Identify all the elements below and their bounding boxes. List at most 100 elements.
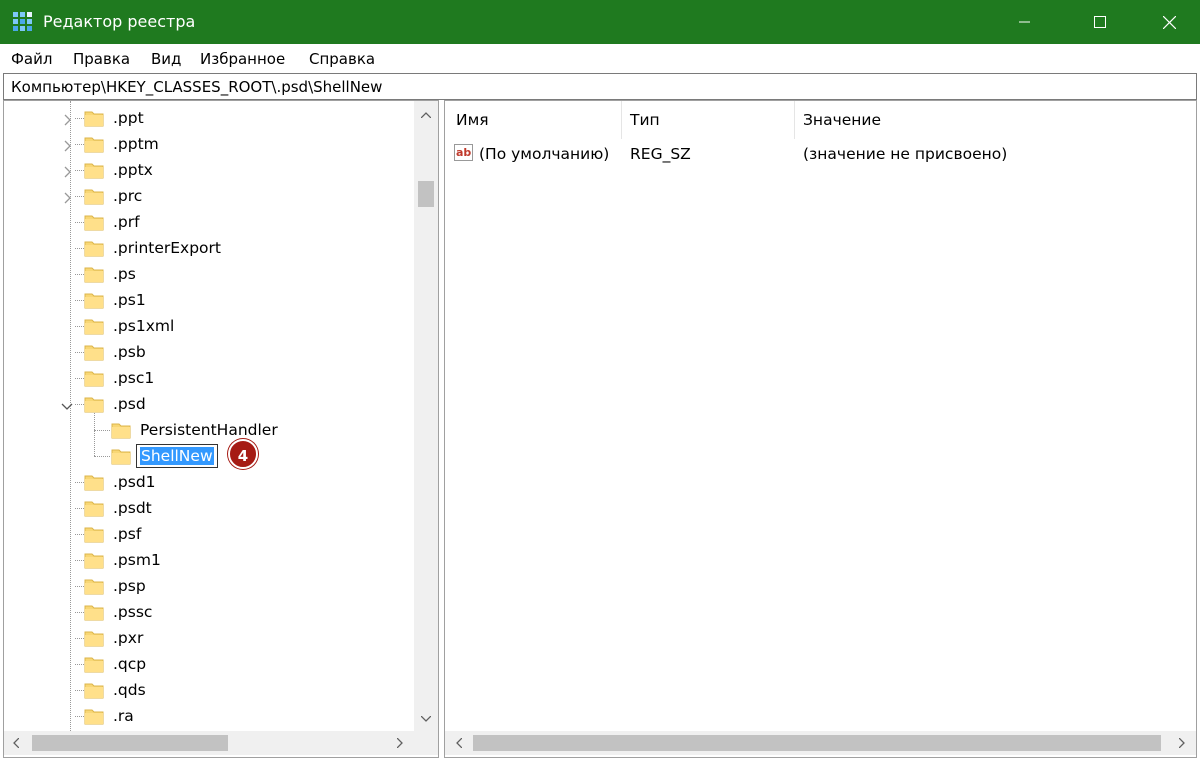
list-horizontal-scroll-thumb[interactable] — [473, 735, 1161, 751]
tree-connector — [75, 326, 84, 327]
tree-item[interactable]: .psd1 — [4, 469, 409, 495]
folder-icon — [84, 655, 104, 673]
menu-file[interactable]: Файл — [11, 49, 52, 69]
scroll-up-icon[interactable] — [418, 107, 434, 123]
column-header-type[interactable]: Тип — [630, 101, 660, 139]
tree-item-label: .psp — [113, 577, 146, 595]
tree-connector — [75, 196, 84, 197]
tree-item-label: .qcp — [113, 655, 147, 673]
folder-icon — [84, 317, 104, 335]
folder-icon — [84, 161, 104, 179]
folder-icon — [84, 629, 104, 647]
tree-item[interactable]: .psdt — [4, 495, 409, 521]
tree-item[interactable]: .psd — [4, 391, 409, 417]
chevron-down-icon[interactable] — [61, 398, 73, 410]
scroll-right-icon[interactable] — [1174, 735, 1190, 751]
tree-item[interactable]: .pptm — [4, 131, 409, 157]
folder-icon — [84, 135, 104, 153]
registry-editor-icon — [13, 12, 32, 31]
chevron-right-icon[interactable] — [61, 138, 73, 152]
key-tree-pane[interactable]: .ppt .pptm .pptx .prc .prf .printerExport .ps.… — [3, 100, 439, 758]
tree-item-rename-field[interactable]: ShellNew — [136, 444, 218, 468]
value-data: (значение не присвоено) — [803, 145, 1008, 163]
chevron-right-icon[interactable] — [61, 190, 73, 204]
folder-icon — [84, 577, 104, 595]
tree-connector — [75, 352, 84, 353]
scroll-down-icon[interactable] — [418, 711, 434, 727]
tree-vertical-scroll-thumb[interactable] — [418, 181, 434, 207]
chevron-right-icon[interactable] — [61, 164, 73, 178]
tree-horizontal-scrollbar[interactable] — [4, 731, 438, 755]
maximize-button[interactable] — [1077, 0, 1123, 44]
close-button[interactable] — [1146, 0, 1192, 44]
tree-item[interactable]: .ppt — [4, 105, 409, 131]
tree-connector — [75, 534, 84, 535]
tree-connector — [75, 664, 84, 665]
tree-item[interactable]: .pssc — [4, 599, 409, 625]
tree-item[interactable]: .qcp — [4, 651, 409, 677]
tree-connector — [75, 560, 84, 561]
address-bar[interactable]: Компьютер\HKEY_CLASSES_ROOT\.psd\ShellNe… — [3, 73, 1197, 100]
minimize-button[interactable] — [1002, 0, 1048, 44]
tree-item[interactable]: .ps1xml — [4, 313, 409, 339]
menu-favorites[interactable]: Избранное — [200, 49, 285, 69]
scroll-left-icon[interactable] — [451, 735, 467, 751]
tree-item-label: .ps1xml — [113, 317, 175, 335]
folder-icon — [111, 421, 131, 439]
tree-item-label: .pptx — [113, 161, 153, 179]
folder-icon — [84, 213, 104, 231]
tree-item-label: .pptm — [113, 135, 159, 153]
scroll-right-icon[interactable] — [392, 735, 408, 751]
tree-item[interactable]: .psm1 — [4, 547, 409, 573]
tree-item[interactable]: .qds — [4, 677, 409, 703]
column-separator[interactable] — [794, 101, 795, 139]
chevron-right-icon[interactable] — [61, 112, 73, 126]
folder-icon — [84, 109, 104, 127]
tree-item-label: .pxr — [113, 629, 144, 647]
minimize-icon — [1019, 21, 1030, 23]
scroll-left-icon[interactable] — [8, 735, 24, 751]
tree-vertical-scrollbar[interactable] — [414, 101, 438, 731]
tree-item[interactable]: .prf — [4, 209, 409, 235]
close-icon — [1162, 15, 1176, 29]
menu-bar: Файл Правка Вид Избранное Справка — [0, 44, 1200, 73]
tree-horizontal-scroll-thumb[interactable] — [32, 735, 228, 751]
tree-item[interactable]: ShellNew — [4, 443, 409, 469]
tree-connector — [75, 300, 84, 301]
column-header-value[interactable]: Значение — [803, 101, 881, 139]
step-badge: 4 — [228, 439, 258, 469]
tree-connector — [75, 274, 84, 275]
tree-guide-line — [94, 413, 95, 456]
tree-item[interactable]: .pxr — [4, 625, 409, 651]
tree-item-label: PersistentHandler — [140, 421, 278, 439]
tree-item[interactable]: .prc — [4, 183, 409, 209]
values-list-pane[interactable]: Имя Тип Значение ab (По умолчанию) REG_S… — [444, 100, 1197, 758]
tree-connector — [75, 378, 84, 379]
folder-icon — [84, 681, 104, 699]
tree-item[interactable]: .ps1 — [4, 287, 409, 313]
tree-item[interactable]: .psb — [4, 339, 409, 365]
tree-item-label: .qds — [113, 681, 146, 699]
folder-icon — [84, 291, 104, 309]
tree-item[interactable]: .psf — [4, 521, 409, 547]
tree-item[interactable]: .ra — [4, 703, 409, 729]
tree-item[interactable]: .ps — [4, 261, 409, 287]
tree-item[interactable]: .psc1 — [4, 365, 409, 391]
tree-item[interactable]: .psp — [4, 573, 409, 599]
tree-item-label: .psdt — [113, 499, 152, 517]
menu-view[interactable]: Вид — [151, 49, 181, 69]
column-separator[interactable] — [621, 101, 622, 139]
tree-item[interactable]: .pptx — [4, 157, 409, 183]
folder-icon — [84, 187, 104, 205]
tree-connector — [75, 118, 84, 119]
menu-help[interactable]: Справка — [309, 49, 375, 69]
tree-item[interactable]: .printerExport — [4, 235, 409, 261]
folder-icon — [84, 343, 104, 361]
tree-item-label: .psb — [113, 343, 146, 361]
list-horizontal-scrollbar[interactable] — [445, 731, 1196, 755]
folder-icon — [84, 369, 104, 387]
menu-edit[interactable]: Правка — [73, 49, 130, 69]
column-header-name[interactable]: Имя — [456, 101, 489, 139]
tree-connector — [75, 638, 84, 639]
tree-item[interactable]: PersistentHandler — [4, 417, 409, 443]
